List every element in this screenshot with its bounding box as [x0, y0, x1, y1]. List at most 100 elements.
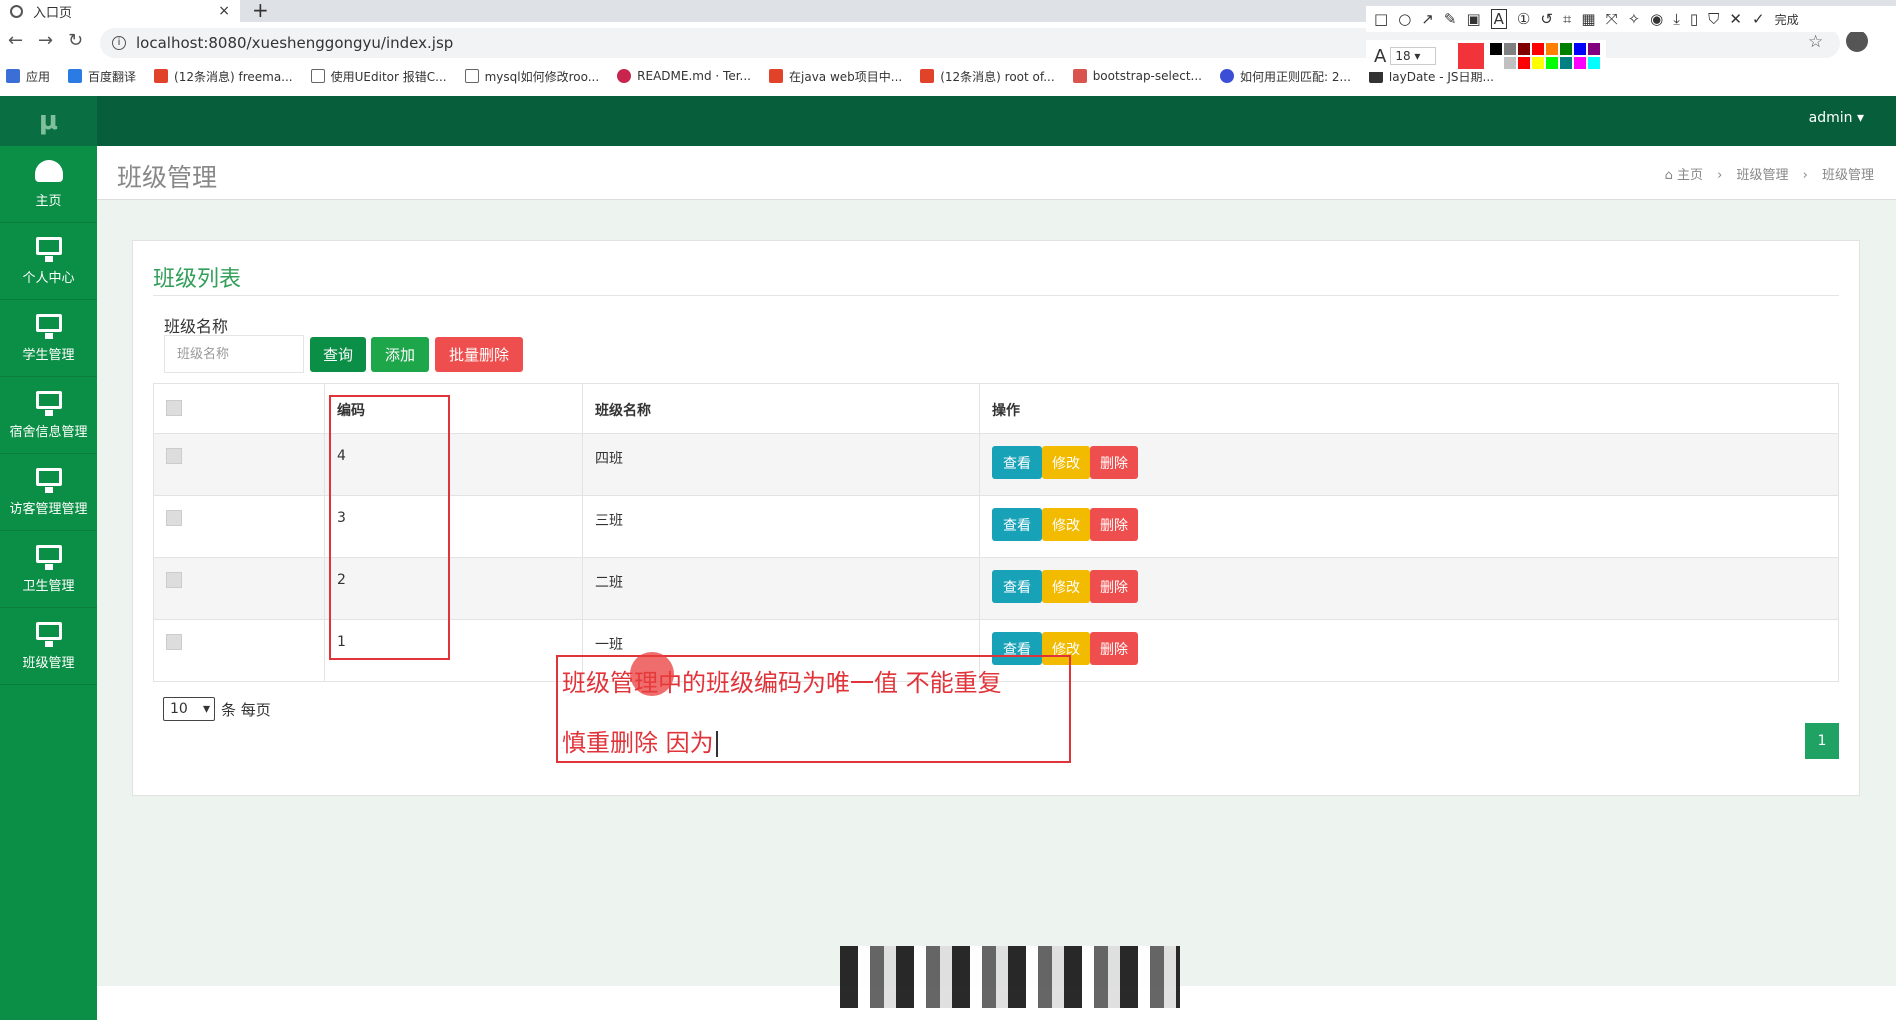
color-swatch[interactable]	[1574, 43, 1587, 55]
color-swatch[interactable]	[1532, 57, 1545, 69]
query-button[interactable]: 查询	[310, 337, 366, 372]
tab-close-icon[interactable]: ×	[218, 3, 230, 19]
view-button[interactable]: 查看	[992, 446, 1042, 479]
edit-button[interactable]: 修改	[1042, 570, 1090, 603]
sidebar-item-dorms[interactable]: 宿舍信息管理	[0, 377, 97, 454]
reload-icon[interactable]: ↻	[68, 30, 83, 51]
color-swatch[interactable]	[1588, 57, 1601, 69]
text-tool-icon[interactable]: A	[1490, 9, 1507, 29]
bookmark-item[interactable]: (12条消息) root of...	[920, 68, 1055, 85]
delete-button[interactable]: 删除	[1090, 632, 1138, 665]
page-title: 班级管理	[117, 163, 218, 192]
bookmark-star-icon[interactable]: ☆	[1808, 32, 1823, 52]
profile-avatar[interactable]	[1846, 30, 1868, 52]
color-swatch[interactable]	[1560, 43, 1573, 55]
sidebar-item-visitors[interactable]: 访客管理管理	[0, 454, 97, 531]
breadcrumb-level2: 班级管理	[1821, 168, 1874, 183]
sidebar-item-classes[interactable]: 班级管理	[0, 608, 97, 685]
current-color-swatch[interactable]	[1458, 43, 1485, 69]
color-swatch[interactable]	[1490, 43, 1503, 55]
forward-arrow-icon[interactable]: →	[38, 30, 53, 51]
edit-button[interactable]: 修改	[1042, 508, 1090, 541]
color-swatch[interactable]	[1518, 57, 1531, 69]
color-swatch[interactable]	[1560, 57, 1573, 69]
edit-button[interactable]: 修改	[1042, 446, 1090, 479]
color-swatch[interactable]	[1574, 57, 1587, 69]
color-swatch[interactable]	[1518, 43, 1531, 55]
annotation-highlight-box	[329, 395, 450, 660]
new-tab-button[interactable]: +	[252, 0, 269, 22]
row-checkbox[interactable]	[166, 448, 182, 464]
ocr-icon[interactable]: ▦	[1581, 10, 1595, 28]
bookmark-item[interactable]: 如何用正则匹配: 2...	[1219, 68, 1351, 85]
sidebar-item-hygiene[interactable]: 卫生管理	[0, 531, 97, 608]
info-icon[interactable]: i	[112, 36, 126, 50]
add-button[interactable]: 添加	[371, 337, 429, 372]
color-swatch[interactable]	[1490, 57, 1503, 69]
csdn-icon	[769, 69, 783, 83]
divider	[153, 295, 1839, 296]
color-swatch[interactable]	[1504, 57, 1517, 69]
translate-tool-icon[interactable]: ⤧	[1606, 10, 1618, 28]
delete-button[interactable]: 删除	[1090, 446, 1138, 479]
row-checkbox[interactable]	[166, 510, 182, 526]
row-checkbox[interactable]	[166, 634, 182, 650]
color-swatch[interactable]	[1546, 43, 1559, 55]
link-icon	[464, 69, 479, 83]
bookmark-item[interactable]: bootstrap-select...	[1072, 69, 1202, 83]
color-swatch[interactable]	[1546, 57, 1559, 69]
batch-delete-button[interactable]: 批量删除	[435, 337, 523, 372]
breadcrumb-home[interactable]: 主页	[1677, 168, 1703, 183]
mosaic-tool-icon[interactable]: ▣	[1466, 10, 1480, 28]
phone-icon[interactable]: ▯	[1690, 10, 1698, 28]
done-button[interactable]: ✓ 完成	[1752, 10, 1809, 28]
rectangle-tool-icon[interactable]: □	[1374, 10, 1388, 28]
cell-name: 二班	[582, 557, 980, 620]
sidebar-item-profile[interactable]: 个人中心	[0, 223, 97, 300]
font-size-select[interactable]: 18 ▾	[1390, 47, 1437, 65]
pin-icon[interactable]: ⌗	[1563, 10, 1571, 28]
user-menu[interactable]: admin ▾	[1809, 96, 1864, 140]
page-size-select[interactable]: 10	[163, 697, 215, 721]
pagination-page-1[interactable]: 1	[1805, 723, 1839, 759]
color-swatches	[1490, 43, 1601, 69]
browser-tab[interactable]: 入口页 ×	[0, 0, 240, 22]
color-swatch[interactable]	[1504, 43, 1517, 55]
select-all-checkbox[interactable]	[166, 400, 182, 416]
bookmark-item[interactable]: README.md · Ter...	[617, 69, 751, 83]
bookmark-item[interactable]: 百度翻译	[68, 68, 136, 85]
monitor-icon	[35, 313, 62, 339]
class-name-search-input[interactable]	[164, 335, 304, 373]
sidebar: μ 主页 个人中心 学生管理 宿舍信息管理 访客管理管理 卫生管理 班级管理	[0, 96, 97, 1020]
view-button[interactable]: 查看	[992, 570, 1042, 603]
sidebar-item-home[interactable]: 主页	[0, 146, 97, 223]
bookmark-item[interactable]: 在java web项目中...	[769, 68, 902, 85]
snip-toolbar: □ ○ ↗ ✎ ▣ A ① ↺ ⌗ ▦ ⤧ ✧ ◉ ⤓ ▯ ⛉ ✕ ✓ 完成	[1366, 6, 1896, 32]
bookmark-item[interactable]: (12条消息) freema...	[154, 68, 293, 85]
delete-button[interactable]: 删除	[1090, 508, 1138, 541]
ellipse-tool-icon[interactable]: ○	[1398, 10, 1411, 28]
breadcrumb-level1[interactable]: 班级管理	[1736, 168, 1788, 183]
bookmarks-bar: 应用 百度翻译 (12条消息) freema... 使用UEditor 报错C.…	[0, 64, 1896, 88]
arrow-tool-icon[interactable]: ↗	[1421, 10, 1434, 28]
app-header: admin ▾	[97, 96, 1896, 146]
back-arrow-icon[interactable]: ←	[8, 30, 23, 51]
download-icon[interactable]: ⤓	[1673, 10, 1680, 28]
cancel-icon[interactable]: ✕	[1729, 10, 1742, 28]
pen-tool-icon[interactable]: ✎	[1444, 10, 1457, 28]
sidebar-item-students[interactable]: 学生管理	[0, 300, 97, 377]
record-icon[interactable]: ◉	[1650, 10, 1663, 28]
bookmark-apps[interactable]: 应用	[6, 68, 50, 85]
bookmark-item[interactable]: 使用UEditor 报错C...	[310, 68, 447, 85]
view-button[interactable]: 查看	[992, 508, 1042, 541]
translate-icon	[68, 69, 83, 83]
delete-button[interactable]: 删除	[1090, 570, 1138, 603]
bookmark-icon[interactable]: ⛉	[1708, 10, 1719, 28]
number-tool-icon[interactable]: ①	[1517, 10, 1530, 28]
bookmark-item[interactable]: mysql如何修改roo...	[464, 68, 599, 85]
magic-icon[interactable]: ✧	[1628, 10, 1641, 28]
color-swatch[interactable]	[1588, 43, 1601, 55]
color-swatch[interactable]	[1532, 43, 1545, 55]
row-checkbox[interactable]	[166, 572, 182, 588]
undo-icon[interactable]: ↺	[1540, 10, 1553, 28]
